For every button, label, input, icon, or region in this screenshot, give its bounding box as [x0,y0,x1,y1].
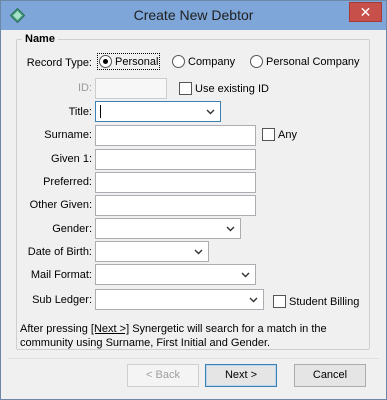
id-field[interactable] [95,78,167,99]
checkbox-box [262,128,275,141]
dob-label: Date of Birth: [27,246,92,258]
radio-label: Personal Company [266,55,360,68]
given1-input[interactable] [95,149,256,170]
radio-circle [99,55,112,68]
id-label: ID: [77,82,92,94]
preferred-input[interactable] [95,172,256,193]
info-text-before: After pressing [20,323,91,335]
checkbox-label: Student Billing [289,295,360,308]
sub-ledger-select[interactable] [95,289,264,310]
checkbox-box [179,82,192,95]
any-checkbox[interactable]: Any [262,128,297,141]
info-text-next: [Next >] [90,323,130,335]
checkbox-label: Any [278,128,297,141]
chevron-down-icon [241,272,250,278]
title-bar[interactable]: Create New Debtor ✕ [1,1,386,30]
surname-label: Surname: [44,129,92,141]
dialog-body: Name Record Type: Personal Company Perso… [8,31,379,393]
chevron-down-icon [194,249,203,255]
radio-company[interactable]: Company [172,55,235,68]
radio-label: Company [188,55,236,68]
dialog-window: Create New Debtor ✕ Name Record Type: Pe… [0,0,387,400]
given1-label: Given 1: [51,153,92,165]
mail-format-label: Mail Format: [30,269,92,281]
footer-divider [8,358,379,359]
info-text: After pressing [Next >] Synergetic will … [20,322,370,350]
checkbox-box [273,295,286,308]
record-type-label: Record Type: [26,57,92,69]
preferred-label: Preferred: [43,176,92,188]
student-billing-checkbox[interactable]: Student Billing [273,295,359,308]
other-given-input[interactable] [95,195,256,216]
chevron-down-icon [226,226,235,232]
use-existing-id-checkbox[interactable]: Use existing ID [179,82,269,95]
text-caret [100,105,101,118]
title-select[interactable] [95,101,221,122]
gender-label: Gender: [52,223,92,235]
gender-select[interactable] [95,218,241,239]
radio-personal-company[interactable]: Personal Company [250,55,360,68]
next-button[interactable]: Next > [205,364,277,387]
other-given-label: Other Given: [29,199,92,211]
radio-label: Personal [115,55,159,68]
radio-personal[interactable]: Personal [96,53,161,70]
chevron-down-icon [206,109,215,115]
chevron-down-icon [249,297,258,303]
cancel-button[interactable]: Cancel [294,364,366,387]
back-button[interactable]: < Back [127,364,199,387]
close-icon: ✕ [359,4,372,20]
title-label: Title: [68,106,92,118]
surname-input[interactable] [95,125,256,146]
sub-ledger-label: Sub Ledger: [32,294,92,306]
close-button[interactable]: ✕ [349,2,382,22]
group-legend: Name [22,33,58,45]
dob-picker[interactable] [95,241,209,262]
window-title: Create New Debtor [133,7,254,23]
radio-circle [250,55,263,68]
checkbox-label: Use existing ID [195,82,269,95]
radio-circle [172,55,185,68]
mail-format-select[interactable] [95,264,256,285]
